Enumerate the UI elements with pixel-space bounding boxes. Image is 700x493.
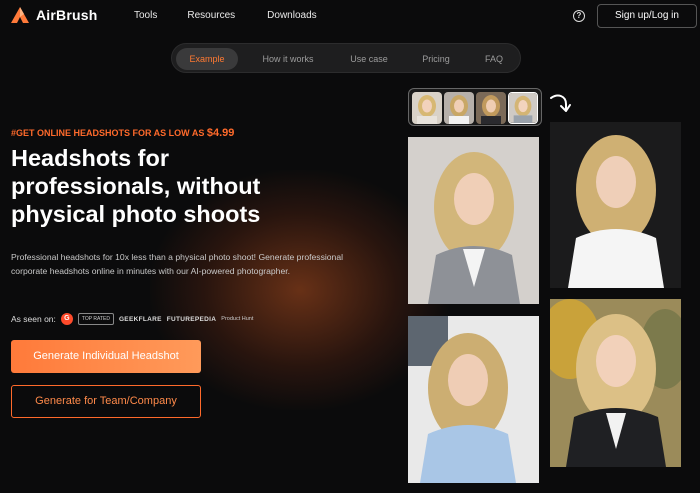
headshot-photo-blue-shirt (408, 316, 539, 483)
futurepedia-logo: FUTUREPEDIA (166, 315, 217, 323)
headline-line-3: physical photo shoots (11, 201, 261, 227)
tab-how-it-works[interactable]: How it works (252, 48, 324, 70)
tab-example[interactable]: Example (176, 48, 238, 70)
avatar-option-2[interactable] (444, 92, 474, 124)
nav-resources[interactable]: Resources (187, 10, 235, 21)
style-selector (408, 88, 542, 126)
tab-faq[interactable]: FAQ (472, 48, 516, 70)
nav-tools[interactable]: Tools (134, 10, 157, 21)
curved-arrow-icon (550, 94, 571, 112)
section-tabs: Example How it works Use case Pricing FA… (171, 43, 521, 73)
signin-button[interactable]: Sign up/Log in (597, 4, 697, 28)
as-seen-on-label: As seen on: (11, 314, 56, 324)
generate-individual-button[interactable]: Generate Individual Headshot (11, 340, 201, 373)
top-rated-badge: TOP RATED (77, 313, 114, 325)
tab-pricing[interactable]: Pricing (408, 48, 464, 70)
producthunt-logo: Product Hunt (221, 316, 254, 322)
headshot-photo-gray-blazer (408, 137, 539, 304)
avatar-option-3[interactable] (476, 92, 506, 124)
headshot-photo-black-blazer (550, 299, 681, 467)
avatar-option-1[interactable] (412, 92, 442, 124)
promo-text: #GET ONLINE HEADSHOTS FOR AS LOW AS $4.9… (11, 127, 234, 139)
headline-line-2: professionals, without (11, 173, 261, 199)
headshot-photo-white-shirt (550, 122, 681, 288)
as-seen-on: As seen on: G TOP RATED GEEKFLARE FUTURE… (11, 313, 253, 325)
headline-line-1: Headshots for (11, 145, 169, 171)
help-icon[interactable]: ? (573, 10, 585, 22)
geekflare-logo: GEEKFLARE (118, 315, 162, 323)
nav-downloads[interactable]: Downloads (267, 10, 316, 21)
main-nav: Tools Resources Downloads (134, 10, 317, 21)
promo-label: #GET ONLINE HEADSHOTS FOR AS LOW AS (11, 128, 205, 138)
g2-logo-icon: G (60, 313, 73, 325)
top-header: AirBrush Tools Resources Downloads ? Sig… (0, 0, 700, 34)
hero-description: Professional headshots for 10x less than… (11, 252, 344, 276)
page-title: Headshots for professionals, without phy… (11, 144, 311, 228)
generate-team-button[interactable]: Generate for Team/Company (11, 385, 201, 418)
tab-use-case[interactable]: Use case (338, 48, 400, 70)
brand-name: AirBrush (36, 7, 98, 23)
avatar-option-4-selected[interactable] (508, 92, 538, 124)
promo-price: $4.99 (206, 127, 235, 139)
brand-logo[interactable]: AirBrush (10, 6, 98, 24)
airbrush-logo-icon (11, 7, 29, 23)
